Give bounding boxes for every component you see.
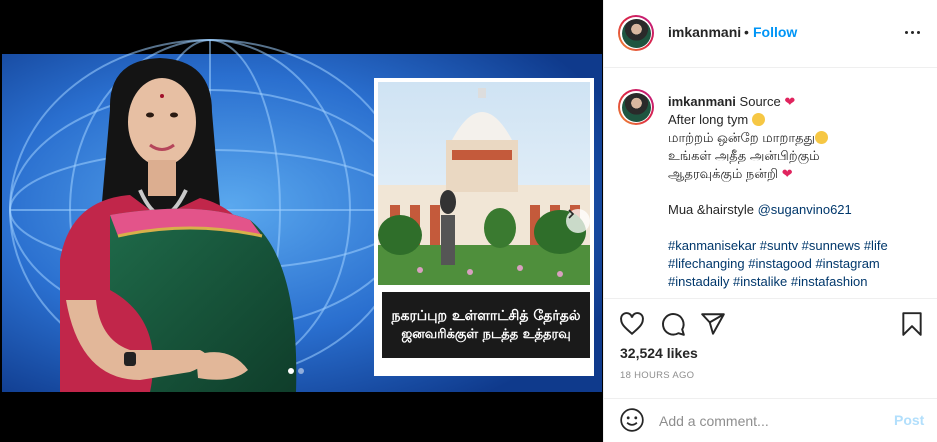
heart-icon[interactable]: [619, 311, 645, 337]
news-caption-line1: நகரப்புற உள்ளாட்சித் தேர்தல்: [391, 307, 581, 324]
emoji-picker-icon[interactable]: [619, 407, 645, 433]
post-header: imkanmani • Follow: [604, 0, 937, 68]
post-comment-button[interactable]: Post: [894, 412, 924, 428]
avatar-image: [621, 92, 651, 122]
caption-avatar[interactable]: [618, 89, 654, 125]
caption-line4: உங்கள் அதீத அன்பிற்கும்: [668, 148, 820, 163]
comment-input[interactable]: [659, 411, 879, 431]
caption-credit-text: Mua &hairstyle: [668, 202, 754, 217]
smile-emoji-icon: [814, 131, 828, 144]
news-caption-box: நகரப்புற உள்ளாட்சித் தேர்தல் ஜனவரிக்குள்…: [380, 290, 592, 360]
carousel-dot: [298, 368, 304, 374]
avatar-image: [621, 18, 651, 48]
chevron-right-icon: [568, 209, 575, 219]
caption-line5: ஆதரவுக்கும் நன்றி: [668, 166, 779, 181]
post-actions: 32,524 likes 18 HOURS AGO: [604, 298, 937, 406]
post-media[interactable]: நகரப்புற உள்ளாட்சித் தேர்தல் ஜனவரிக்குள்…: [0, 0, 603, 442]
news-anchor-image: [0, 0, 603, 442]
avatar[interactable]: [618, 15, 654, 51]
post-caption: imkanmani Source ❤ After long tym மாற்றம…: [668, 93, 930, 291]
carousel-dot-active: [288, 368, 294, 374]
carousel-indicator: [288, 368, 304, 374]
header-separator: •: [744, 24, 749, 40]
smile-emoji-icon: [751, 113, 765, 126]
share-icon[interactable]: [700, 311, 726, 337]
hashtags-line2[interactable]: #lifechanging #instagood #instagram: [668, 255, 930, 273]
post-side-panel: imkanmani • Follow imkanmani Source ❤ Af…: [603, 0, 937, 442]
mention-link[interactable]: @suganvino621: [758, 202, 852, 217]
add-comment-bar: Post: [604, 398, 937, 442]
bookmark-icon[interactable]: [899, 311, 925, 337]
heart-emoji-icon: ❤: [781, 166, 793, 181]
caption-area: imkanmani Source ❤ After long tym மாற்றம…: [604, 69, 937, 297]
caption-line1: Source: [739, 94, 781, 109]
hashtags-line3[interactable]: #instadaily #instalike #instafashion: [668, 273, 930, 291]
more-options-icon[interactable]: [902, 22, 922, 42]
post-timestamp[interactable]: 18 HOURS AGO: [620, 370, 694, 381]
follow-button[interactable]: Follow: [753, 24, 797, 40]
header-username-link[interactable]: imkanmani: [668, 24, 741, 40]
caption-line3: மாற்றம் ஒன்றே மாறாதது: [668, 130, 815, 145]
carousel-next-button[interactable]: [566, 209, 590, 233]
caption-line2: After long tym: [668, 112, 749, 127]
news-caption-line2: ஜனவரிக்குள் நடத்த உத்தரவு: [401, 326, 571, 342]
comment-icon[interactable]: [660, 311, 686, 337]
hashtags-line1[interactable]: #kanmanisekar #suntv #sunnews #life: [668, 237, 930, 255]
caption-username-link[interactable]: imkanmani: [668, 94, 736, 109]
likes-count[interactable]: 32,524 likes: [620, 345, 698, 361]
heart-emoji-icon: ❤: [784, 94, 796, 109]
